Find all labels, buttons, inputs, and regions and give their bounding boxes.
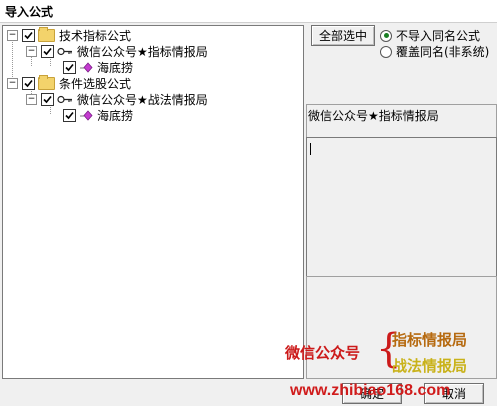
radio-skip-label: 不导入同名公式	[396, 29, 481, 43]
tree-node-group[interactable]: − 条件选股公式	[7, 74, 132, 91]
tree-node-label: 微信公众号★战法情报局	[77, 92, 208, 107]
check-icon	[43, 47, 52, 55]
title-bar: 导入公式	[0, 0, 497, 23]
select-all-button[interactable]: 全部选中	[311, 25, 375, 46]
radio-button-selected[interactable]	[380, 29, 392, 42]
watermark-left-text: 微信公众号	[285, 344, 361, 362]
tree-node-label: 海底捞	[97, 108, 134, 123]
import-formula-dialog: − 技术指标公式 − 微信公众号★指标情报局 海底捞 − 条件选股公式 − 微信…	[0, 23, 497, 406]
formula-name-text: 微信公众号★指标情报局	[308, 109, 439, 123]
tree-node-formula[interactable]: − 微信公众号★指标情报局	[26, 43, 208, 59]
check-icon	[65, 63, 74, 71]
tree-node-formula[interactable]: − 微信公众号★战法情报局	[26, 91, 208, 107]
formula-gem-icon	[80, 61, 93, 73]
node-checkbox[interactable]	[63, 60, 76, 74]
formula-description-field[interactable]	[306, 137, 497, 277]
watermark-top-text: 指标情报局	[392, 331, 468, 349]
key-icon	[57, 95, 72, 103]
folder-icon	[38, 26, 55, 42]
node-checkbox[interactable]	[41, 44, 54, 58]
window-title: 导入公式	[5, 5, 54, 19]
tree-node-label: 海底捞	[97, 60, 134, 75]
node-checkbox[interactable]	[22, 28, 35, 42]
formula-gem-icon	[80, 109, 93, 121]
formula-name-panel: 微信公众号★指标情报局	[306, 104, 497, 138]
radio-button[interactable]	[380, 45, 392, 58]
check-icon	[65, 111, 74, 119]
node-checkbox[interactable]	[63, 108, 76, 122]
collapse-icon[interactable]: −	[7, 29, 18, 41]
node-checkbox[interactable]	[41, 92, 54, 106]
folder-icon	[38, 74, 55, 90]
check-icon	[24, 79, 33, 87]
collapse-icon[interactable]: −	[26, 45, 37, 57]
tree-node-formula-item[interactable]: 海底捞	[63, 107, 133, 123]
check-icon	[24, 31, 33, 39]
watermark-url: www.zhibiao168.com	[290, 382, 451, 399]
radio-overwrite-duplicates[interactable]: 覆盖同名(非系统)	[380, 43, 489, 60]
tree-node-formula-item[interactable]: 海底捞	[63, 59, 133, 75]
collapse-icon[interactable]: −	[7, 77, 18, 89]
key-icon	[57, 47, 72, 55]
formula-tree[interactable]: − 技术指标公式 − 微信公众号★指标情报局 海底捞 − 条件选股公式 − 微信…	[2, 25, 304, 379]
text-caret	[310, 143, 311, 155]
tree-node-label: 技术指标公式	[59, 28, 132, 43]
radio-overwrite-label: 覆盖同名(非系统)	[396, 45, 490, 59]
tree-node-label: 条件选股公式	[59, 76, 132, 91]
watermark-bottom-text: 战法情报局	[392, 357, 468, 375]
node-checkbox[interactable]	[22, 76, 35, 90]
radio-skip-duplicates[interactable]: 不导入同名公式	[380, 27, 480, 44]
check-icon	[43, 95, 52, 103]
tree-node-group[interactable]: − 技术指标公式	[7, 26, 132, 43]
collapse-icon[interactable]: −	[26, 93, 37, 105]
tree-node-label: 微信公众号★指标情报局	[77, 44, 208, 59]
